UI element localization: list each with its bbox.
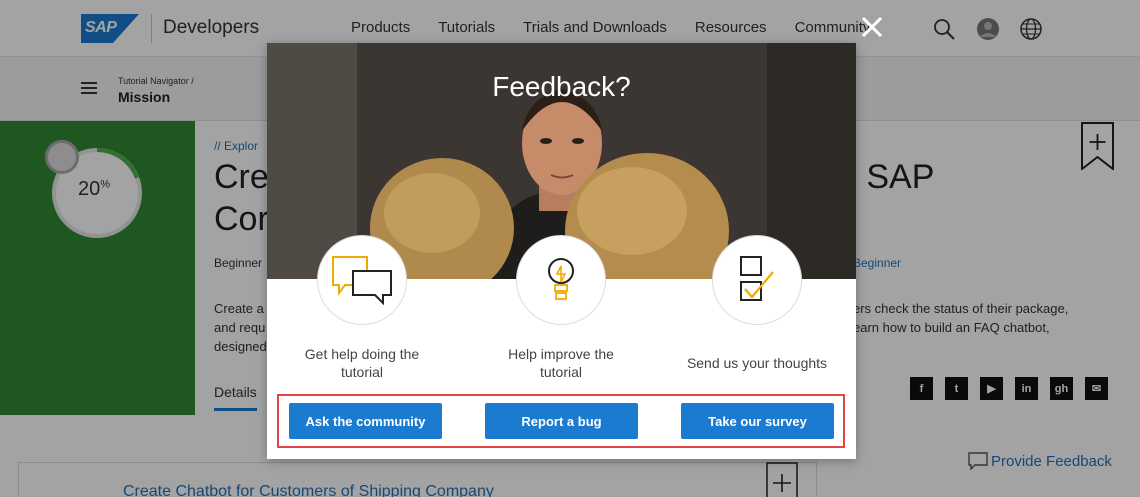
take-survey-button[interactable]: Take our survey — [681, 403, 834, 439]
lightbulb-icon — [548, 258, 574, 300]
modal-title: Feedback? — [492, 71, 631, 102]
option-caption: Get help doing the tutorial — [304, 346, 420, 380]
option-caption: Send us your thoughts — [686, 355, 828, 371]
feedback-modal: Feedback? Get help doing the tutorial He… — [267, 43, 856, 459]
close-icon[interactable] — [860, 15, 884, 39]
checklist-icon — [740, 256, 774, 301]
option-community: Get help doing the tutorial — [272, 235, 452, 381]
chat-bubbles-icon — [332, 256, 392, 305]
report-bug-button[interactable]: Report a bug — [485, 403, 638, 439]
option-caption: Help improve the tutorial — [508, 346, 614, 380]
ask-community-button[interactable]: Ask the community — [289, 403, 442, 439]
option-survey: Send us your thoughts — [667, 235, 847, 372]
option-report-bug: Help improve the tutorial — [471, 235, 651, 381]
